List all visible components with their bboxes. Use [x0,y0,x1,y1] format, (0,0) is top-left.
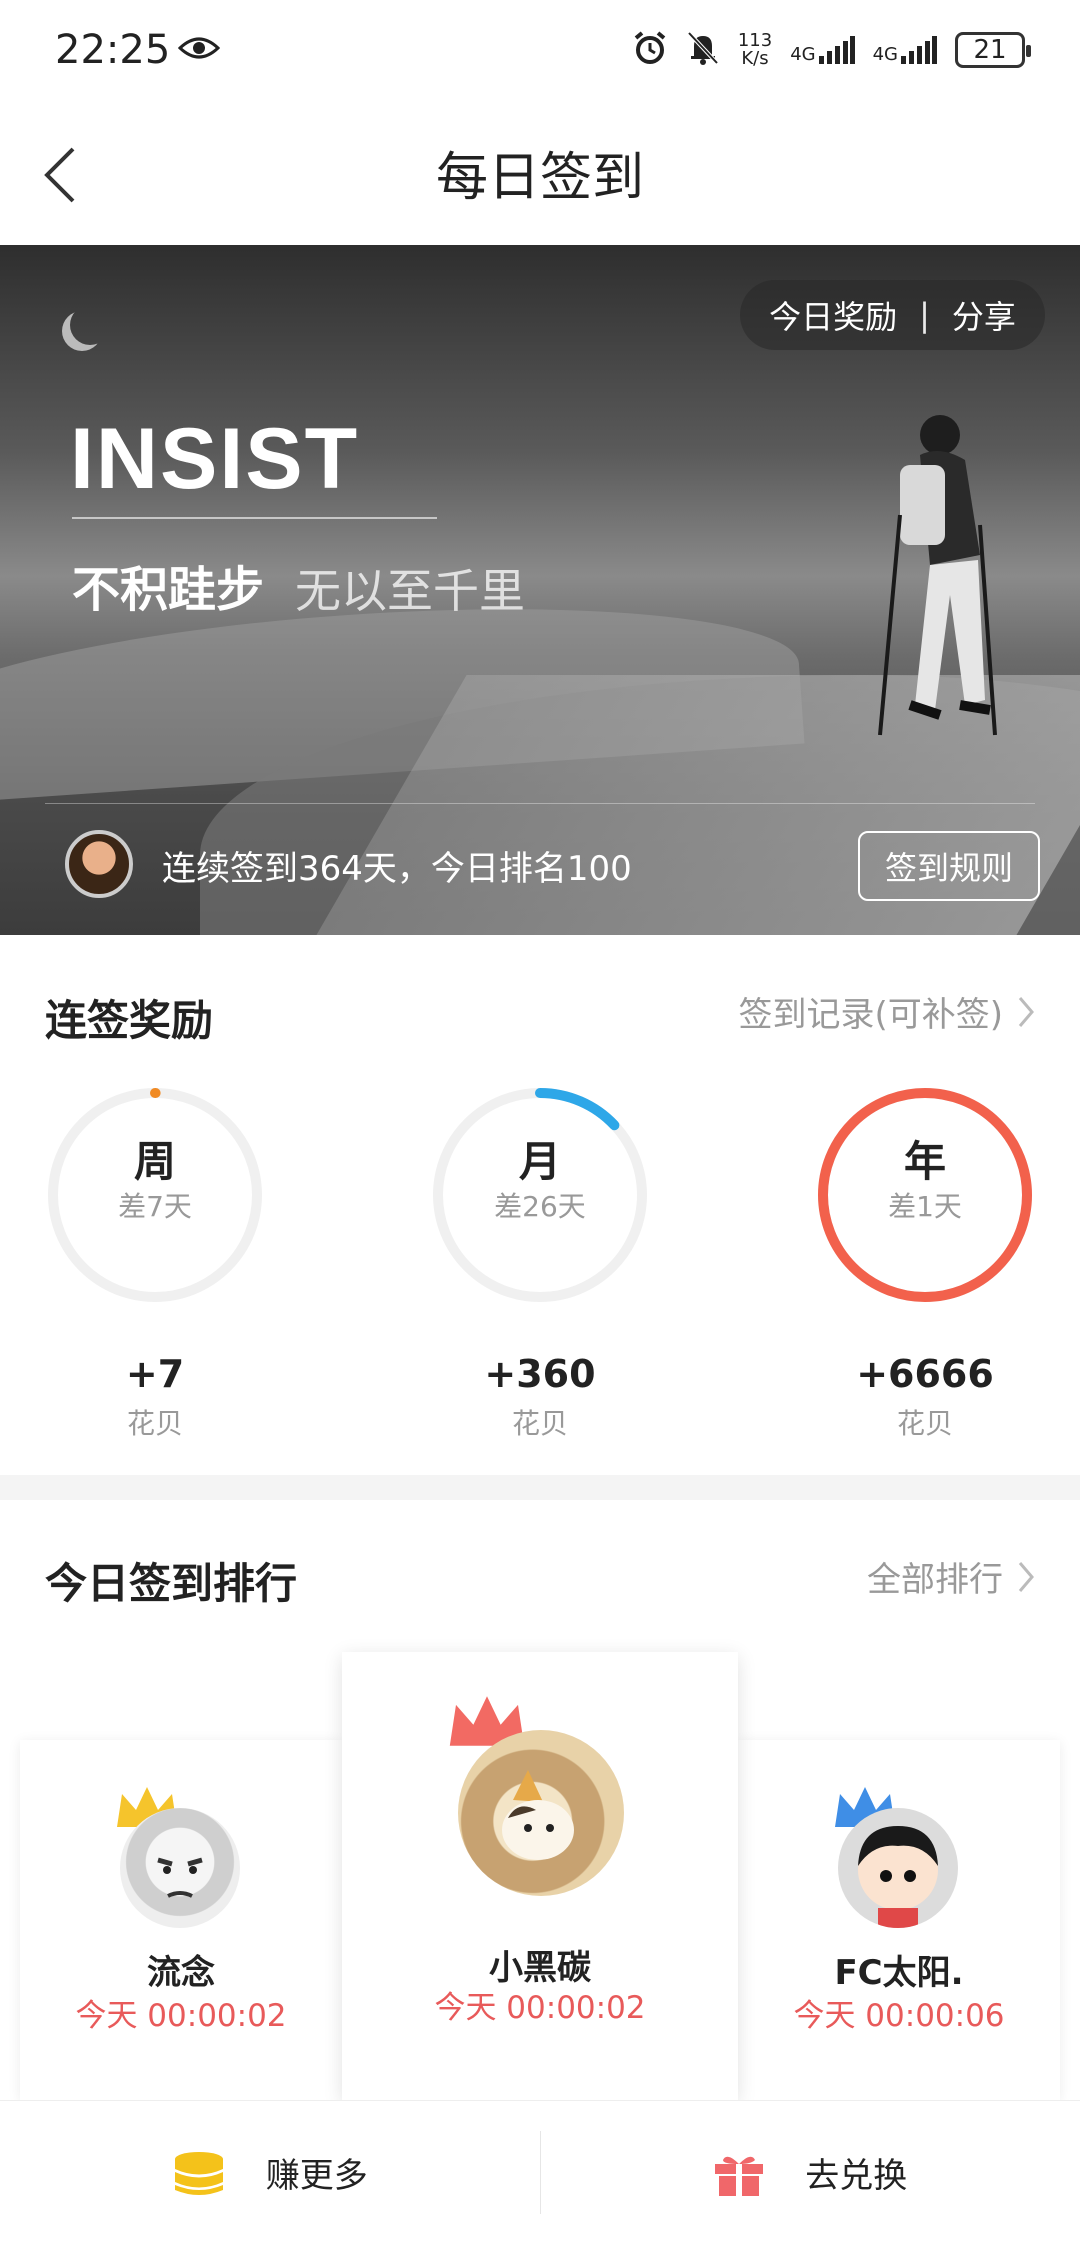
hero-slogan-primary: 不积跬步 [72,562,265,618]
ranking-user-name: 流念 [147,1953,215,1993]
reward-month[interactable]: 月 差26天 +360 花贝 [425,1080,655,1442]
signal-1-label: 4G [790,44,816,65]
reward-week[interactable]: 周 差7天 +7 花贝 [40,1080,270,1442]
reward-period-label: 周 [133,1137,176,1186]
alarm-icon [632,30,668,70]
reward-unit: 花贝 [126,1407,183,1440]
signal-2-label: 4G [872,44,898,65]
checkin-record-label: 签到记录(可补签) [738,995,1003,1035]
hiker-illustration [878,415,997,736]
coins-icon [174,2151,223,2195]
reward-period-label: 年 [903,1137,946,1186]
signal-icon-1: 4G [790,36,855,65]
avatar [458,1730,624,1896]
eye-icon [178,34,221,66]
reward-unit: 花贝 [896,1407,953,1440]
exchange-button[interactable]: 去兑换 [541,2101,1080,2244]
reward-remaining: 差7天 [118,1190,192,1223]
ranking-card-2[interactable]: 流念 今天 00:00:02 [20,1740,342,2100]
status-bar: 22:25 113 K/s 4G 4G 21 [0,0,1080,100]
reward-remaining: 差26天 [494,1190,586,1223]
bottom-action-bar: 赚更多 去兑换 [0,2100,1080,2244]
reward-points: +7 [125,1352,185,1396]
reward-remaining: 差1天 [888,1190,962,1223]
ranking-card-1[interactable]: 小黑碳 今天 00:00:02 [342,1652,738,2100]
chevron-right-icon [1018,1561,1034,1592]
net-speed-unit: K/s [741,48,769,69]
reward-period-label: 月 [518,1137,561,1186]
reward-points: +360 [484,1352,596,1396]
reward-points: +6666 [856,1352,994,1396]
headline-underline [72,517,437,519]
today-reward-link[interactable]: 今日奖励 [769,292,897,338]
battery-icon: 21 [955,32,1031,68]
status-time: 22:25 [55,27,171,73]
battery-level: 21 [973,35,1007,65]
chevron-left-icon [44,147,75,203]
ranking-checkin-time: 今天 00:00:02 [434,1990,646,2026]
hero-headline: INSIST [70,411,360,507]
share-link[interactable]: 分享 [952,292,1016,338]
hero-banner: 今日奖励 | 分享 INSIST 不积跬步 无以至千里 连续签到364天，今日排… [0,245,1080,935]
page-title: 每日签到 [435,148,644,208]
reward-ring: 月 差26天 [425,1080,655,1310]
net-speed: 113 K/s [738,32,772,68]
section-gap [0,1475,1080,1500]
avatar [838,1808,958,1928]
reward-year[interactable]: 年 差1天 +6666 花贝 [810,1080,1040,1442]
hero-divider [45,803,1035,804]
reward-ring: 周 差7天 [40,1080,270,1310]
reward-unit: 花贝 [511,1407,568,1440]
ranking-card-3[interactable]: FC太阳. 今天 00:00:06 [738,1740,1060,2100]
hero-slogan-secondary: 无以至千里 [295,564,525,618]
back-button[interactable] [30,140,90,210]
all-ranking-label: 全部排行 [867,1560,1003,1600]
exchange-label: 去兑换 [805,2156,908,2196]
ranking-user-name: FC太阳. [834,1953,964,1993]
streak-status: 连续签到364天，今日排名100 [162,849,632,889]
gift-icon [715,2156,764,2196]
earn-more-button[interactable]: 赚更多 [0,2101,540,2244]
earn-more-label: 赚更多 [265,2156,368,2196]
signal-icon-2: 4G [873,36,937,64]
ranking-checkin-time: 今天 00:00:02 [75,1998,287,2034]
chevron-right-icon [1018,996,1034,1027]
pill-separator: | [919,296,930,334]
reward-share-pill: 今日奖励 | 分享 [740,280,1045,350]
ranking-checkin-time: 今天 00:00:06 [793,1998,1005,2034]
moon-icon [70,305,110,345]
all-ranking-link[interactable]: 全部排行 [867,1552,1035,1601]
nav-bar: 每日签到 [0,100,1080,245]
avatar[interactable] [65,830,133,898]
reward-ring: 年 差1天 [810,1080,1040,1310]
checkin-record-link[interactable]: 签到记录(可补签) [738,987,1035,1036]
checkin-rules-button[interactable]: 签到规则 [858,831,1040,901]
streak-rewards-section: 连签奖励 签到记录(可补签) 周 差7天 +7 花贝 月 差26天 +360 花… [0,935,1080,1475]
mute-bell-icon [686,30,720,70]
daily-ranking-section: 今日签到排行 全部排行 流念 今天 00:00:02 FC太阳. 今天 00:0… [0,1500,1080,2100]
daily-ranking-title: 今日签到排行 [45,1559,298,1608]
streak-rewards-title: 连签奖励 [45,996,214,1045]
avatar [120,1808,240,1928]
